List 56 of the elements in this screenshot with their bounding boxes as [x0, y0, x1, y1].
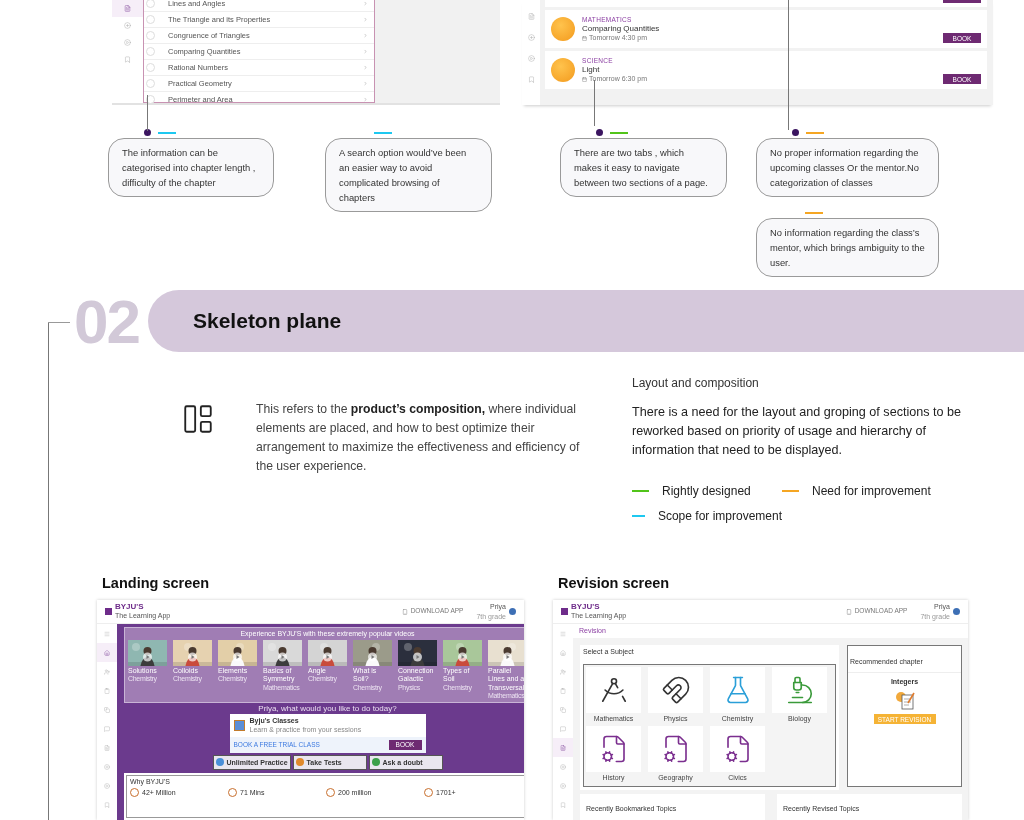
home-icon[interactable]: [97, 643, 117, 662]
legend-label: Need for improvement: [812, 484, 931, 498]
chevron-icon: [363, 33, 368, 38]
leader-line: [147, 95, 148, 131]
logo-icon: [561, 608, 568, 615]
subject-tile[interactable]: [648, 726, 703, 773]
screen-title: Landing screen: [102, 575, 211, 593]
note-bubble: No proper information regarding the upcoming classes Or the mentor.No categorization of classes: [756, 138, 939, 197]
gear-document-icon: [893, 690, 916, 711]
subject-tile[interactable]: [710, 726, 765, 773]
classroom-icon: [233, 719, 245, 731]
chevron-icon: [363, 17, 368, 22]
leader-line: [594, 80, 595, 126]
findings-title: Layout and composition: [632, 376, 760, 390]
section-title: Skeleton plane: [193, 309, 342, 333]
subject-tile[interactable]: [586, 726, 641, 773]
chevron-icon: [363, 49, 368, 54]
chevron-icon: [363, 97, 368, 102]
feature-icon: [371, 758, 380, 767]
book-button[interactable]: [943, 0, 981, 3]
chevron-icon: [363, 81, 368, 86]
legend-label: Rightly designed: [662, 484, 751, 498]
class-title: Comparing Quantities: [582, 24, 661, 34]
screen-title: Revision screen: [558, 575, 671, 593]
subject-tile[interactable]: [586, 667, 641, 713]
document-icon[interactable]: [112, 0, 143, 17]
feature-icon: [295, 758, 304, 767]
document-icon[interactable]: [553, 738, 573, 757]
description-text: This refers to the product’s composition, where individual elements are placed, and how to best optimize their arrangement to maximize the effectiveness and efficiency of the user experience.: [256, 401, 581, 475]
layout-icon: [181, 402, 215, 436]
avatar[interactable]: [509, 608, 516, 615]
logo-icon: [105, 608, 112, 615]
subject-icon: [551, 17, 575, 41]
note-bubble: A search option would’ve been an easier way to avoid complicated browsing of chapters: [325, 138, 492, 212]
subject-tile[interactable]: [710, 667, 765, 713]
greeting: Priya, what would you like to do today?: [258, 703, 397, 713]
feature-icon: [215, 758, 224, 767]
subject-icon: [551, 58, 575, 82]
calendar-icon: [582, 35, 587, 41]
note-bubble: The information can be categorised into chapter length , difficulty of the chapter: [108, 138, 274, 197]
legend-label: Scope for improvement: [657, 509, 782, 523]
calendar-icon: [582, 76, 587, 82]
subject-tile[interactable]: [772, 667, 827, 713]
magnet-icon: [660, 675, 691, 705]
chevron-icon: [363, 1, 368, 6]
phone-icon: [845, 608, 852, 615]
avatar[interactable]: [953, 608, 960, 615]
note-bubble: There are two tabs , which makes it easy to navigate between two sections of a page.: [560, 138, 727, 197]
chevron-icon: [363, 65, 368, 70]
class-title: Light: [582, 65, 601, 75]
logo: BYJU'S: [571, 602, 601, 611]
subject-tile[interactable]: [648, 667, 703, 713]
phone-icon: [401, 608, 408, 615]
note-bubble: No information regarding the class’s mentor, which brings ambiguity to the user.: [756, 218, 939, 277]
findings-text: There is a need for the layout and groping of sections to be reworked based on priority of usage and hierarchy of information that need to be displayed.: [632, 404, 962, 459]
logo: BYJU'S: [115, 602, 145, 611]
